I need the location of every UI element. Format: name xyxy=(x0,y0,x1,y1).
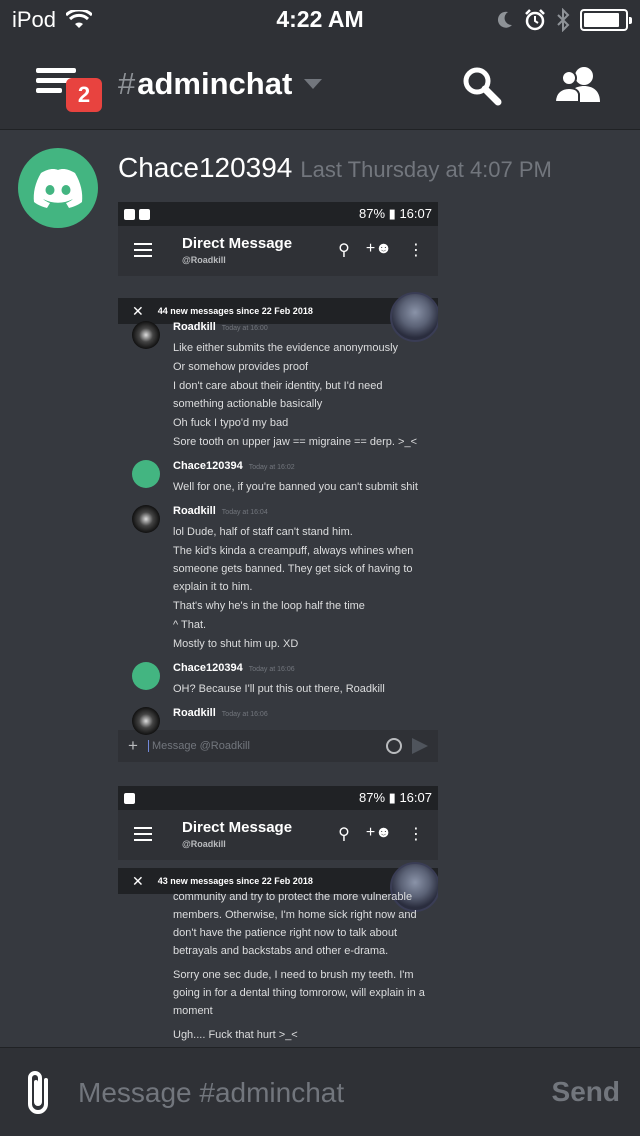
members-icon[interactable] xyxy=(554,64,602,108)
attachment-message-time: Today at 16:04 xyxy=(221,509,268,516)
author-avatar[interactable] xyxy=(18,148,98,228)
attachment-message: Roadkill Today at 16:06 xyxy=(132,704,428,735)
attachment-menu-icon xyxy=(134,243,152,257)
channel-hash: # xyxy=(118,66,136,101)
attachment-image[interactable]: 87% ▮ 16:07 Direct Message @Roadkill ⚲ +☻… xyxy=(118,202,438,1047)
attachment-message-author: Chace120394 xyxy=(173,662,243,674)
attachment-message-avatar xyxy=(132,321,160,349)
attachment-message-time: Today at 16:06 xyxy=(248,666,295,673)
attachment-message-line: Oh fuck I typo'd my bad xyxy=(173,417,289,429)
search-icon[interactable] xyxy=(460,64,504,108)
attachment-message-line: community and try to protect the more vu… xyxy=(173,891,417,957)
attachment-message-line: lol Dude, half of staff can't stand him. xyxy=(173,526,353,538)
battery-icon xyxy=(580,9,632,31)
attachment-message: Chace120394 Today at 16:06 OH? Because I'l… xyxy=(132,659,428,698)
attachment-message-author: Roadkill xyxy=(173,707,216,719)
attachment-dm-subtitle: @Roadkill xyxy=(182,255,226,265)
attachment-message: Roadkill Today at 16:00 Like either submit… xyxy=(132,318,428,451)
paperclip-icon[interactable] xyxy=(22,1068,56,1118)
author-name[interactable]: Chace120394 xyxy=(118,152,292,183)
attachment-message-avatar xyxy=(132,460,160,488)
attachment-message-author: Chace120394 xyxy=(173,460,243,472)
alarm-icon xyxy=(525,9,545,31)
attachment-message-line: OH? Because I'll put this out there, Roa… xyxy=(173,683,385,695)
attachment-message-avatar xyxy=(132,505,160,533)
message-composer: Send xyxy=(0,1047,640,1136)
attachment-message-avatar xyxy=(132,707,160,735)
attachment-message-time: Today at 16:00 xyxy=(221,325,268,332)
message-input[interactable] xyxy=(78,1076,518,1110)
attachment-message-author: Roadkill xyxy=(173,505,216,517)
unread-badge: 2 xyxy=(66,78,102,112)
attachment-message-author: Roadkill xyxy=(173,321,216,333)
chevron-down-icon xyxy=(304,79,323,89)
attachment-message-avatar xyxy=(132,662,160,690)
status-right xyxy=(496,8,632,32)
attachment-header-icons: ⚲ +☻ ⋮ xyxy=(338,240,424,259)
bluetooth-icon xyxy=(557,8,570,32)
attachment-input-bar: + Message @Roadkill xyxy=(118,730,438,762)
channel-header: 2 # adminchat xyxy=(0,40,640,130)
do-not-disturb-icon xyxy=(497,11,512,28)
attachment-dm-header-2: Direct Message @Roadkill ⚲ +☻ ⋮ xyxy=(118,810,438,860)
attachment-message-list: Roadkill Today at 16:00 Like either submit… xyxy=(118,318,438,735)
attachment-dm-title: Direct Message xyxy=(182,235,293,252)
send-button[interactable]: Send xyxy=(552,1076,620,1108)
attachment-message-line: That's why he's in the loop half the tim… xyxy=(173,600,365,612)
attachment-message-line: Mostly to shut him up. XD xyxy=(173,638,299,650)
attachment-message-line: Sorry one sec dude, I need to brush my t… xyxy=(173,969,425,1017)
attachment-dm-header: Direct Message @Roadkill ⚲ +☻ ⋮ xyxy=(118,226,438,276)
channel-title[interactable]: # adminchat xyxy=(118,66,323,102)
attachment-message-line: The kid's kinda a creampuff, always whin… xyxy=(173,545,414,593)
attachment-message-line: Sore tooth on upper jaw == migraine == d… xyxy=(173,436,417,448)
attachment-message-line: Or somehow provides proof xyxy=(173,361,309,373)
attachment-message-line: I don't care about their identity, but I… xyxy=(173,380,383,410)
status-bar: iPod 4:22 AM xyxy=(0,0,640,40)
message-timestamp: Last Thursday at 4:07 PM xyxy=(300,157,552,182)
attachment-message-line: Ugh.... Fuck that hurt >_< xyxy=(173,1029,298,1041)
attachment-message-time: Today at 16:02 xyxy=(248,464,295,471)
message-header: Chace120394 Last Thursday at 4:07 PM xyxy=(118,152,552,184)
attachment-status-bar: 87% ▮ 16:07 xyxy=(118,202,438,226)
discord-logo-icon xyxy=(33,169,83,208)
attachment-message-time: Today at 16:06 xyxy=(221,711,268,718)
attachment-message: Roadkill Today at 16:04 lol Dude, half of … xyxy=(132,502,428,653)
channel-name: adminchat xyxy=(137,66,293,101)
attachment-message-list-2: community and try to protect the more vu… xyxy=(118,888,438,1044)
attachment-message-line: ^ That. xyxy=(173,619,207,631)
attachment-status-bar-2: 87% ▮ 16:07 xyxy=(118,786,438,810)
attachment-message: Chace120394 Today at 16:02 Well for one, i… xyxy=(132,457,428,496)
attachment-message-line: Well for one, if you're banned you can't… xyxy=(173,481,418,493)
attachment-message-line: Like either submits the evidence anonymo… xyxy=(173,342,399,354)
